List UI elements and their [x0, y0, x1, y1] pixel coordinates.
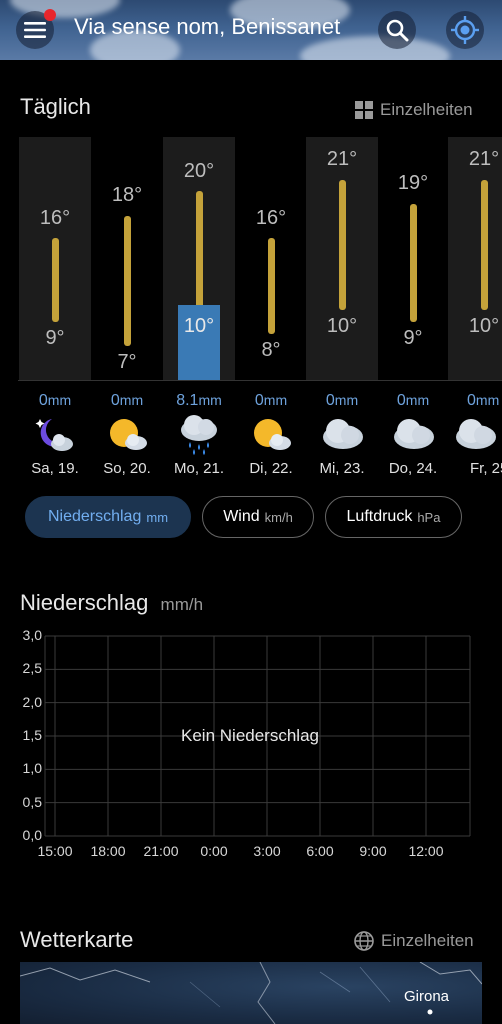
no-precip-message: Kein Niederschlag [181, 726, 319, 745]
x-tick-label: 15:00 [37, 843, 73, 859]
y-tick-label: 1,5 [22, 727, 42, 743]
map-details-label: Einzelheiten [381, 931, 474, 950]
map-city-label: Girona [404, 988, 450, 1005]
x-tick-label: 0:00 [200, 843, 228, 859]
y-tick-label: 1,0 [22, 760, 42, 777]
precip-chart [44, 635, 471, 837]
globe-icon [354, 931, 374, 951]
map-details-link[interactable]: Einzelheiten [353, 930, 474, 952]
x-tick-label: 21:00 [143, 843, 179, 859]
y-tick-label: 2,5 [22, 660, 42, 677]
x-tick-label: 18:00 [90, 843, 126, 859]
x-tick-label: 3:00 [253, 843, 281, 859]
map-title: Wetterkarte [20, 927, 134, 952]
x-tick-label: 9:00 [359, 843, 387, 859]
y-tick-label: 3,0 [22, 627, 42, 643]
x-tick-label: 12:00 [408, 843, 444, 859]
weather-map[interactable]: Girona [20, 962, 482, 1024]
y-tick-label: 0,0 [22, 827, 42, 843]
y-tick-label: 2,0 [22, 693, 42, 710]
x-tick-label: 6:00 [306, 843, 334, 859]
y-tick-label: 0,5 [22, 793, 42, 810]
